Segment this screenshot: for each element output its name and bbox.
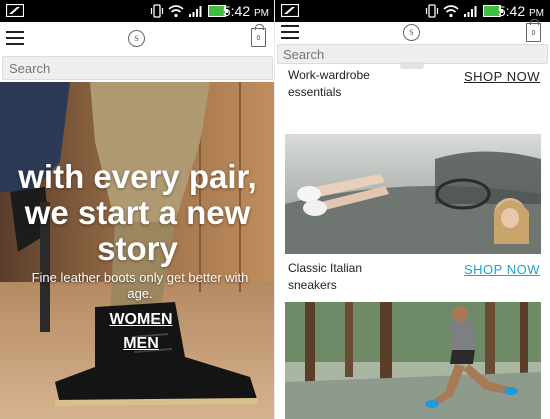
shop-now-link[interactable]: SHOP NOW — [464, 69, 540, 84]
vibrate-icon — [425, 4, 439, 18]
running-card-image[interactable] — [285, 302, 541, 419]
menu-icon[interactable] — [6, 31, 24, 45]
hero-title: with every pair, we start a new story — [18, 158, 257, 267]
shopping-bag-icon[interactable]: 0 — [251, 24, 266, 47]
status-bar: 5:42 PM — [0, 0, 275, 22]
status-bar: 5:42 PM — [275, 0, 550, 22]
notification-icon — [6, 4, 24, 17]
right-screen: 5:42 PM S 0 Work-wardrobe essentials SHO… — [275, 0, 550, 419]
runner-image — [285, 302, 541, 419]
search-input[interactable] — [2, 56, 273, 80]
app-header: S 0 — [0, 22, 275, 55]
app-header: S 0 — [275, 19, 550, 44]
car-image — [285, 134, 541, 254]
shopping-bag-icon[interactable]: 0 — [526, 19, 541, 42]
shop-now-link[interactable]: SHOP NOW — [464, 262, 540, 277]
vibrate-icon — [150, 4, 164, 18]
signal-icon — [464, 6, 477, 17]
search-input[interactable] — [277, 44, 548, 64]
card-title: Work-wardrobe essentials — [288, 68, 370, 99]
status-icons — [425, 3, 503, 19]
brand-logo-icon[interactable]: S — [403, 24, 420, 41]
card-title: Classic Italian sneakers — [288, 261, 363, 292]
notification-icon — [281, 4, 299, 17]
signal-icon — [189, 6, 202, 17]
men-link[interactable]: MEN — [0, 335, 275, 353]
hero-subtitle: Fine leather boots only get better with … — [31, 270, 249, 301]
status-time: 5:42 PM — [222, 3, 269, 19]
women-link[interactable]: WOMEN — [0, 311, 275, 329]
hero-banner: with every pair, we start a new story Fi… — [0, 82, 275, 419]
brand-logo-icon[interactable]: S — [128, 30, 145, 47]
wifi-icon — [443, 5, 459, 18]
left-screen: 5:42 PM S 0 Search with every pair, we s… — [0, 0, 275, 419]
status-icons — [150, 3, 228, 19]
wifi-icon — [168, 5, 184, 18]
menu-icon[interactable] — [281, 25, 299, 39]
sneakers-card-image[interactable] — [285, 134, 541, 254]
